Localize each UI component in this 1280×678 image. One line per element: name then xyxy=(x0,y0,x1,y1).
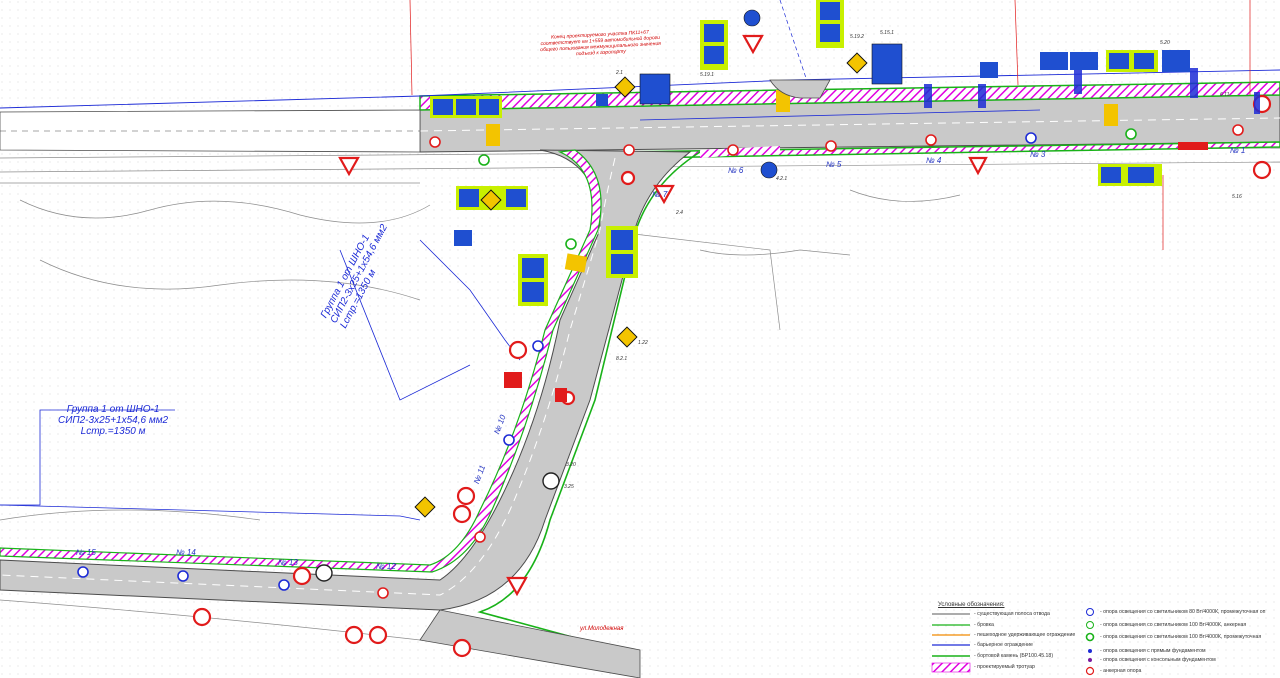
legend-item: - бровка xyxy=(974,622,994,628)
pole-number: № 4 xyxy=(926,156,942,165)
cable-group-caption-b: Группа 1 от ШНО-1 СИП2-3х25+1х54,6 мм2 L… xyxy=(58,404,168,437)
sign-code: 5.15.1 xyxy=(880,30,894,36)
pole-number: № 5 xyxy=(826,160,842,169)
legend-item: - бортовой камень (БР100.45.18) xyxy=(974,653,1054,659)
pole-number: № 14 xyxy=(176,548,196,557)
pole-number: № 13 xyxy=(278,558,298,567)
pole-number: № 1 xyxy=(1230,146,1246,155)
pole-number: № 3 xyxy=(1030,150,1046,159)
legend-item: - проектируемый тротуар xyxy=(974,664,1035,670)
sign-code: 5.16 xyxy=(1232,194,1242,200)
legend-item: - опора освещения с прямым фундаментом xyxy=(1100,648,1206,654)
pole-number: № 12 xyxy=(376,562,396,571)
cable-group-b-title: Группа 1 от ШНО-1 xyxy=(66,404,160,415)
legend-item: - пешеходное удерживающее ограждение xyxy=(974,632,1076,638)
pole-number: № 7 xyxy=(652,190,668,199)
sign-code: 3.25 xyxy=(564,484,574,490)
sign-code: 3.20 xyxy=(566,462,576,468)
street-name-label: ул.Молодежная xyxy=(580,626,624,632)
mandatory-direction-sign xyxy=(760,161,778,179)
legend-item: - опора освещения с консольным фундамент… xyxy=(1100,657,1216,663)
sign-code: 5.19.1 xyxy=(700,72,714,78)
legend-item: - существующая полоса отвода xyxy=(974,611,1050,617)
sign-code: 6.11 xyxy=(1220,92,1230,98)
mandatory-direction-sign-2 xyxy=(743,9,761,27)
map-legend: Условные обозначения: - существующая пол… xyxy=(930,598,1280,678)
cable-group-b-cable: СИП2-3х25+1х54,6 мм2 xyxy=(58,415,169,426)
pole-number: № 6 xyxy=(728,166,744,175)
legend-item: - опора освещения со светильником 100 Вт… xyxy=(1100,634,1262,640)
legend-item: - анкерная опора xyxy=(1100,668,1142,674)
legend-item: - барьерное ограждение xyxy=(974,642,1033,648)
sign-code: 1.22 xyxy=(638,340,648,346)
sign-code: 4.2.1 xyxy=(776,176,788,182)
pole-number: № 15 xyxy=(76,548,96,557)
sign-code: 5.20 xyxy=(1160,40,1170,46)
sign-code: 5.19.2 xyxy=(850,34,864,40)
legend-item: - опора освещения со светильником 100 Вт… xyxy=(1100,622,1247,628)
road-plan-drawing xyxy=(0,0,1280,678)
sign-code: 8.2.1 xyxy=(616,356,628,362)
sign-code: 2.4 xyxy=(676,210,683,216)
sign-code: 2.1 xyxy=(616,70,623,76)
legend-item: - опора освещения со светильником 80 Вт/… xyxy=(1100,609,1266,615)
cable-group-b-length: Lстр.=1350 м xyxy=(80,426,146,437)
